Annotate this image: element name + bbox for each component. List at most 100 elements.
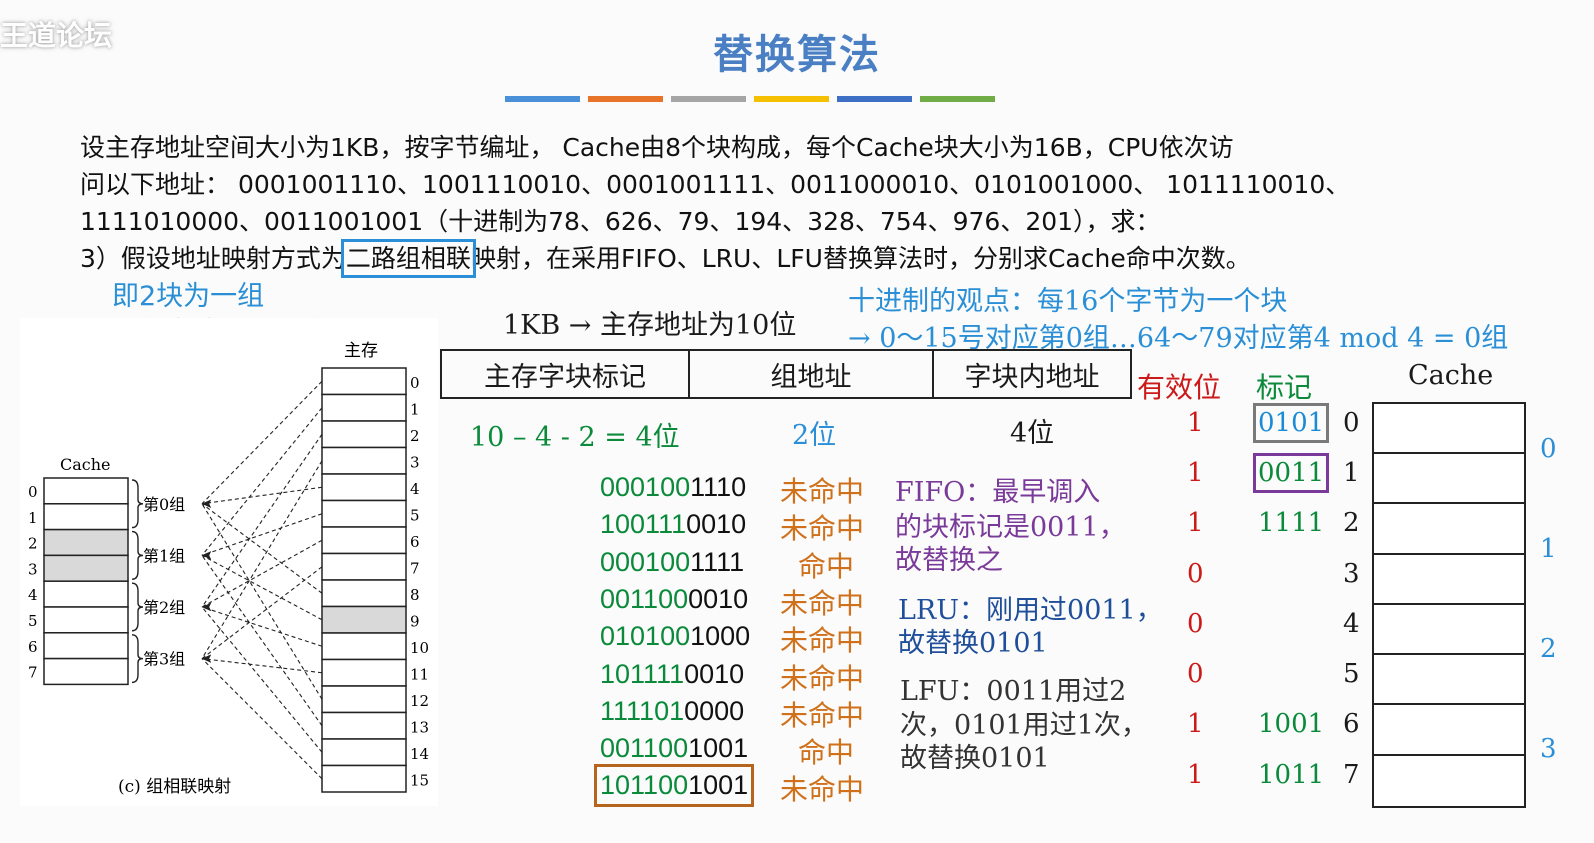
cache-block-number: 6 [28,638,38,656]
format-set-width: 2位 [792,420,837,451]
valid-bit: 1 [1187,408,1204,438]
mapping-line [201,380,323,505]
memory-block [321,499,407,528]
access-result: 未命中 [780,586,865,620]
cache-block [43,554,129,582]
note-group-size: 即2块为一组 [112,281,265,312]
highlight-two-way: 二路组相联 [340,239,476,278]
mapping-line [201,606,323,647]
mapping-line [201,539,323,608]
address-offset-bits: 1111 [690,546,745,577]
cache-line-index: 3 [1343,559,1360,589]
slide-title: 替换算法 [713,32,881,78]
access-address: 1011110010 [600,659,744,690]
cache-block [43,657,129,686]
cache-block-number: 7 [28,664,38,682]
format-tag-field: 主存字块标记 [440,349,690,399]
valid-bit: 1 [1187,760,1204,790]
mapping-line [201,554,323,621]
cache-header: Cache [1408,360,1494,391]
title-underline-bars [505,96,995,102]
access-address: 1001110010 [600,509,746,540]
figure-caption: (c) 组相联映射 [118,777,231,797]
mapping-line [201,503,323,700]
cache-line-index: 0 [1343,408,1360,438]
cache-tag: 0011 [1252,453,1330,493]
valid-bit: 0 [1187,659,1204,689]
memory-block-number: 6 [410,533,420,551]
mapping-line [201,658,323,780]
address-set-bits: 11 [656,658,685,689]
memory-block [321,632,407,661]
group-number: 3 [1540,734,1557,764]
address-tag-bits: 1011 [600,658,657,689]
memory-block [321,526,407,555]
fifo-note-3: 故替换之 [895,545,1003,576]
cache-block [43,580,129,608]
cache-block [43,503,129,531]
cache-line-box [1372,553,1526,607]
cache-block-number: 4 [28,586,38,604]
address-offset-bits: 0010 [688,583,749,614]
address-set-bits: 11 [658,509,687,540]
cache-line-index: 6 [1343,709,1360,739]
access-result: 未命中 [780,475,865,508]
access-result: 未命中 [780,624,865,658]
cache-tag: 1111 [1258,508,1325,538]
address-set-bits: 01 [654,695,685,726]
memory-block-number: 7 [410,560,420,578]
cache-line-box [1372,402,1526,456]
set-label: 第1组 [143,546,185,565]
memory-block-number: 8 [410,586,420,604]
address-set-bits: 00 [658,770,689,801]
mapping-line [201,503,323,594]
address-set-bits: 00 [658,733,689,764]
cache-block [43,528,129,557]
memory-block [321,473,407,502]
address-format-table: 主存字块标记 组地址 字块内地址 [440,349,1132,399]
access-result: 未命中 [780,661,865,695]
access-address: 1111010000 [600,696,744,727]
title-bar-segment [671,96,746,102]
memory-block-number: 0 [410,374,420,392]
address-set-bits: 00 [660,472,691,502]
access-address: 0101001000 [600,621,750,652]
access-result: 命中 [798,549,855,583]
format-set-field: 组地址 [688,349,934,399]
mapping-line [201,460,323,659]
group-number: 2 [1540,634,1557,664]
title-bar-segment [505,96,580,102]
cache-line-box [1372,502,1526,556]
memory-block-number: 9 [410,613,420,631]
memory-block-number: 4 [410,480,420,498]
cache-line-box [1372,603,1526,657]
memory-block-number: 12 [410,692,429,710]
access-result: 未命中 [780,698,865,732]
memory-block [321,764,407,793]
mapping-line [201,658,323,674]
memory-block [321,658,407,687]
address-tag-bits: 0011 [600,583,659,614]
access-address: 0001001111 [600,547,744,578]
group-number: 1 [1540,534,1557,564]
cache-block-number: 2 [28,535,38,553]
cache-block-number: 3 [28,560,38,578]
memory-block [321,552,407,581]
cache-line-index: 1 [1343,458,1360,488]
access-address: 0001001110 [600,472,746,503]
memory-block-number: 10 [410,639,429,657]
memory-block [321,420,407,449]
lru-note-2: 故替换0101 [898,628,1048,659]
access-result: 命中 [798,736,855,770]
valid-bit: 0 [1187,609,1204,639]
memory-block-number: 15 [410,772,429,790]
cache-line-box [1372,703,1526,757]
cache-tag: 1011 [1258,760,1325,790]
access-result: 未命中 [780,512,865,546]
cache-figure-label: Cache [60,455,111,474]
address-offset-bits: 0010 [686,509,747,540]
memory-block-number: 3 [410,454,420,472]
cache-line-index: 4 [1343,609,1360,639]
memory-block [321,685,407,714]
cache-line-index: 5 [1343,659,1360,689]
